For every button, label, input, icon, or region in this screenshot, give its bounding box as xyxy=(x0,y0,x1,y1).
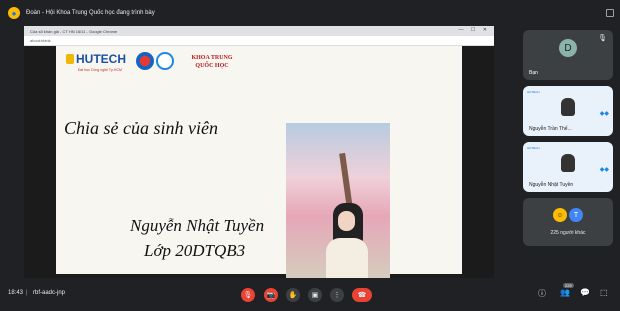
meeting-header: ● Đoàn - Hội Khoa Trung Quốc học đang tr… xyxy=(0,0,620,26)
meeting-info-button[interactable]: ⓘ xyxy=(538,288,546,299)
camera-off-icon: 📷 xyxy=(266,292,276,299)
hand-icon: ✋ xyxy=(288,292,298,299)
others-count: 225 người khác xyxy=(550,230,586,236)
shared-screen: Của sổ khán giả - CT HN 16/11 - Google C… xyxy=(24,26,494,278)
youth-union-logo-icon xyxy=(136,52,154,70)
browser-address-bar[interactable]: about:blank xyxy=(24,36,494,46)
student-class: Lớp 20DTQB3 xyxy=(144,241,246,260)
self-tile[interactable]: D 🎙 Bạn xyxy=(523,30,613,80)
present-button[interactable]: ▣ xyxy=(308,288,322,302)
mic-off-icon: 🎙 xyxy=(243,292,253,299)
faculty-logo-icon xyxy=(156,52,174,70)
faculty-name: KHOA TRUNG QUỐC HỌC xyxy=(191,55,233,69)
presenter-avatar-icon: ● xyxy=(8,7,20,19)
separator: | xyxy=(26,290,28,296)
meeting-toolbar: 18:43 | rbf-aadc-jnp 🎙 📷 ✋ ▣ ⋮ ☎ ⓘ 👥 229… xyxy=(0,280,620,311)
participant-face xyxy=(561,154,575,172)
meeting-code: rbf-aadc-jnp xyxy=(33,290,66,296)
slide-heading: Chia sẻ của sinh viên xyxy=(64,118,218,138)
tile-slide-header: HUTECH xyxy=(527,90,540,94)
others-tile[interactable]: ☺ T 225 người khác xyxy=(523,198,613,246)
hutech-logo-text: HUTECH xyxy=(76,52,126,66)
activities-icon: ⬚ xyxy=(600,288,608,297)
participant-tile-2[interactable]: HUTECH ◆◆ Nguyễn Nhật Tuyền xyxy=(523,142,613,192)
activities-button[interactable]: ⬚ xyxy=(600,288,608,297)
presentation-slide: HUTECH Đại học Công nghệ Tp.HCM KHOA TRU… xyxy=(56,46,462,278)
student-body xyxy=(326,238,368,278)
people-icon: 👥 xyxy=(560,288,570,297)
participant-name-1: Nguyễn Trần Thế... xyxy=(529,126,572,132)
chat-icon: 💬 xyxy=(580,288,590,297)
address-text: about:blank xyxy=(30,38,51,43)
people-button[interactable]: 👥 xyxy=(560,288,570,297)
mini-avatar-t: T xyxy=(569,208,583,222)
self-name: Bạn xyxy=(529,70,538,76)
info-icon: ⓘ xyxy=(538,289,546,298)
self-avatar: D xyxy=(559,39,577,57)
hangup-icon: ☎ xyxy=(357,292,367,299)
fullscreen-icon[interactable] xyxy=(606,9,614,17)
chat-button[interactable]: 💬 xyxy=(580,288,590,297)
bird-decoration-icon: ◆◆ xyxy=(599,111,609,117)
student-name: Nguyễn Nhật Tuyền xyxy=(130,216,265,235)
bird-decoration-icon: ◆◆ xyxy=(599,167,609,173)
mini-avatar-icon: ☺ xyxy=(553,208,567,222)
hutech-logo-icon xyxy=(66,54,74,64)
presenting-title: Đoàn - Hội Khoa Trung Quốc học đang trìn… xyxy=(26,10,155,16)
leave-call-button[interactable]: ☎ xyxy=(352,288,372,302)
participant-face xyxy=(561,98,575,116)
participant-name-2: Nguyễn Nhật Tuyền xyxy=(529,182,574,188)
participant-tile-1[interactable]: HUTECH ◆◆ Nguyễn Trần Thế... xyxy=(523,86,613,136)
browser-tab-title: Của sổ khán giả - CT HN 16/11 - Google C… xyxy=(30,28,118,34)
camera-toggle-button[interactable]: 📷 xyxy=(264,288,278,302)
more-icon: ⋮ xyxy=(333,292,341,299)
browser-titlebar: Của sổ khán giả - CT HN 16/11 - Google C… xyxy=(24,26,494,36)
raise-hand-button[interactable]: ✋ xyxy=(286,288,300,302)
participant-count-badge: 229 xyxy=(563,283,574,288)
mic-toggle-button[interactable]: 🎙 xyxy=(241,288,255,302)
mic-off-icon: 🎙 xyxy=(598,35,607,42)
student-photo xyxy=(286,123,390,278)
present-icon: ▣ xyxy=(311,292,319,299)
tile-slide-header: HUTECH xyxy=(527,146,540,150)
clock: 18:43 xyxy=(8,290,24,296)
more-options-button[interactable]: ⋮ xyxy=(330,288,344,302)
window-controls[interactable]: — ☐ ✕ xyxy=(459,27,490,33)
student-face xyxy=(338,211,355,231)
hutech-subtitle: Đại học Công nghệ Tp.HCM xyxy=(78,68,122,72)
